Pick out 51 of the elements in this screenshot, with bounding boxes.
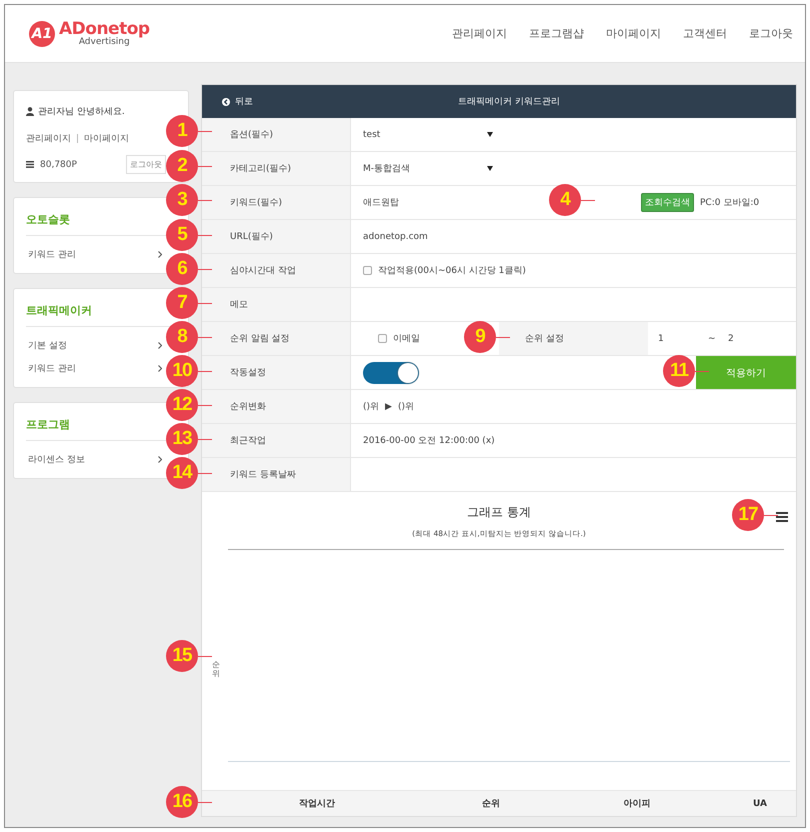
nav-link[interactable]: 고객센터	[683, 26, 727, 41]
field-label: 키워드(필수)	[230, 197, 282, 209]
column-header: UA	[753, 798, 767, 808]
logo-tagline: Advertising	[78, 38, 130, 46]
range-from: 1	[658, 334, 665, 344]
nav-link[interactable]: 관리페이지	[452, 26, 507, 41]
rank-after: ()위	[398, 401, 414, 413]
greeting-text: 관리자님 안녕하세요.	[38, 106, 125, 118]
select-field[interactable]: test	[363, 130, 493, 140]
field-label: 카테고리(필수)	[230, 163, 292, 175]
field-value: 2016-00-00 오전 12:00:00 (x)	[363, 435, 495, 447]
field-label: 작동설정	[230, 367, 266, 379]
logo-mark: A1	[29, 20, 55, 46]
field-label: 옵션(필수)	[230, 129, 274, 141]
column-header: 작업시간	[299, 798, 335, 810]
sidebar-item[interactable]: 라이센스 정보	[26, 453, 85, 466]
column-header: 아이피	[624, 798, 650, 810]
nav-link[interactable]: 로그아웃	[749, 26, 793, 41]
logout-button[interactable]: 로그아웃	[126, 155, 166, 174]
sidebar-item[interactable]: 기본 설정	[26, 339, 67, 352]
search-count-text: PC:0 모바일:0	[700, 197, 760, 209]
rank-before: ()위	[363, 401, 380, 413]
points-balance: 80,780P	[40, 160, 77, 170]
range-to: 2	[728, 334, 734, 344]
field-label: 순위 알림 설정	[230, 333, 290, 345]
field-label: 순위변화	[230, 401, 266, 413]
logo-text: ADonetop	[59, 20, 150, 38]
field-value: 애드원탑	[363, 197, 399, 209]
sidebar-item[interactable]: 키워드 관리	[26, 362, 76, 375]
field-label: 메모	[230, 299, 248, 311]
field-label: URL(필수)	[230, 231, 273, 243]
panel-title: 트래픽메이커 키워드관리	[458, 96, 560, 108]
checkbox-label: 이메일	[393, 333, 420, 345]
nav-link[interactable]: 마이페이지	[606, 26, 661, 41]
field-label: 최근작업	[230, 435, 266, 447]
chart-title: 그래프 통계	[467, 504, 531, 521]
range-label-cell: 순위 설정	[499, 322, 648, 355]
checkbox-label: 작업적용(00시~06시 시간당 1클릭)	[378, 265, 526, 277]
field-value: adonetop.com	[363, 232, 428, 242]
account-link[interactable]: 마이페이지	[84, 132, 129, 145]
back-button[interactable]: 뒤로	[222, 95, 253, 108]
account-link[interactable]: 관리페이지	[26, 132, 71, 145]
field-label: 키워드 등록날짜	[230, 469, 296, 481]
column-header: 순위	[482, 798, 500, 810]
select-field[interactable]: M-통합검색	[363, 162, 493, 175]
range-separator: ~	[708, 334, 717, 344]
arrow-glyph: ▶	[385, 402, 392, 412]
axis-label: 순위	[212, 661, 220, 679]
field-label: 심야시간대 작업	[230, 265, 296, 277]
sidebar-item[interactable]: 키워드 관리	[26, 248, 76, 261]
nav-link[interactable]: 프로그램샵	[529, 26, 584, 41]
